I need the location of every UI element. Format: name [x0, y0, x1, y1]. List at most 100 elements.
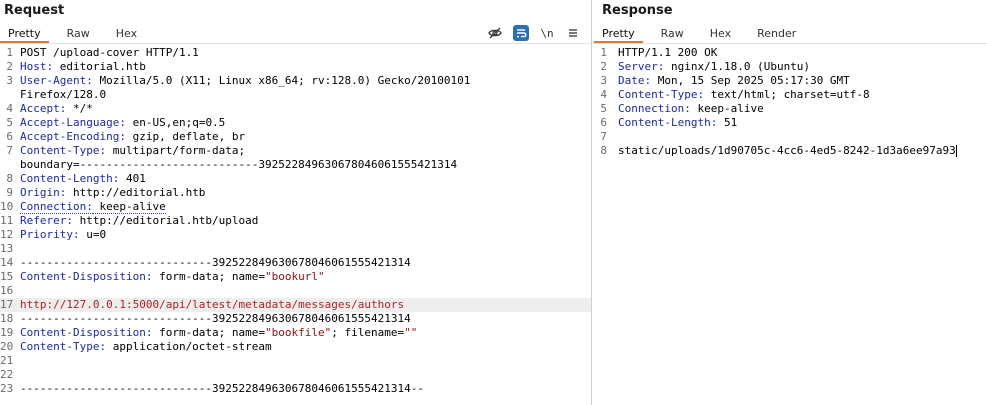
token: -----------------------------39252284963… — [20, 312, 411, 325]
token: Content-Length: — [20, 172, 120, 185]
code-line: 1 POST /upload-cover HTTP/1.1 — [0, 46, 591, 60]
token: Content-Disposition: — [20, 326, 153, 339]
token: editorial.htb — [53, 60, 146, 73]
line-number: 2 — [600, 60, 607, 73]
line-text: Connection: keep-alive — [20, 200, 591, 214]
token: POST /upload-cover HTTP/1.1 — [20, 46, 199, 59]
token: Content-Disposition: — [20, 270, 153, 283]
response-editor[interactable]: 1 HTTP/1.1 200 OK 2 Server: nginx/1.18.0 (U… — [592, 46, 987, 405]
line-text: Content-Type: multipart/form-data; — [20, 144, 591, 158]
tab-request-pretty[interactable]: Pretty — [0, 24, 49, 43]
line-number: 8 — [600, 144, 607, 157]
line-number: 23 — [0, 382, 14, 395]
token: text/html; charset=utf-8 — [704, 88, 870, 101]
line-text: Content-Length: 51 — [618, 116, 987, 130]
tab-response-pretty[interactable]: Pretty — [594, 24, 643, 43]
line-number: 22 — [0, 368, 14, 381]
line-text: -----------------------------39252284963… — [20, 382, 591, 396]
code-line: 13 — [0, 242, 591, 256]
newline-toggle-icon[interactable]: \n — [539, 25, 555, 41]
code-line: 7 — [592, 130, 987, 144]
code-line: 1 HTTP/1.1 200 OK — [592, 46, 987, 60]
token: Content-Type: — [20, 144, 107, 157]
code-line: 9 Origin: http://editorial.htb — [0, 186, 591, 200]
token: Server: — [618, 60, 665, 73]
line-number: 7 — [6, 144, 13, 157]
code-line: 21 — [0, 354, 591, 368]
line-number: 11 — [0, 214, 14, 227]
code-line: 6 Content-Length: 51 — [592, 116, 987, 130]
token: "bookfile" — [265, 326, 332, 339]
token: -----------------------------39252284963… — [20, 382, 424, 395]
tab-request-raw[interactable]: Raw — [59, 24, 98, 43]
menu-icon[interactable] — [565, 25, 581, 41]
line-number: 5 — [600, 102, 607, 115]
hide-nonprintable-icon[interactable] — [487, 25, 503, 41]
code-line: 18 -----------------------------392522849… — [0, 312, 591, 326]
line-text: Referer: http://editorial.htb/upload — [20, 214, 591, 228]
token: Connection: — [20, 200, 93, 214]
token: "" — [404, 326, 418, 339]
tab-response-raw[interactable]: Raw — [653, 24, 692, 43]
request-pane: Request Pretty Raw Hex \n 1 POST /upload-… — [0, 0, 591, 405]
response-pane: Response Pretty Raw Hex Render 1 HTTP/1.1… — [592, 0, 987, 405]
token: http://editorial.htb/upload — [72, 214, 259, 227]
line-number: 1 — [6, 46, 13, 59]
wrap-lines-icon[interactable] — [513, 25, 529, 41]
token: multipart/form-data; — [106, 144, 246, 157]
line-number: 12 — [0, 228, 14, 241]
request-editor[interactable]: 1 POST /upload-cover HTTP/1.1 2 Host: edito… — [0, 46, 591, 405]
line-number: 2 — [6, 60, 13, 73]
line-number: 15 — [0, 270, 14, 283]
code-line: 10 Connection: keep-alive — [0, 200, 591, 214]
line-text: boundary=---------------------------3925… — [20, 158, 591, 172]
line-text: Server: nginx/1.18.0 (Ubuntu) — [618, 60, 987, 74]
line-number: 4 — [6, 102, 13, 115]
line-text: Date: Mon, 15 Sep 2025 05:17:30 GMT — [618, 74, 987, 88]
tab-request-hex[interactable]: Hex — [108, 24, 145, 43]
token: form-data; name= — [152, 270, 266, 283]
token: gzip, deflate, br — [125, 130, 246, 143]
token: Connection: — [618, 102, 691, 115]
token: Accept-Encoding: — [20, 130, 126, 143]
code-line: 3 User-Agent: Mozilla/5.0 (X11; Linux x86… — [0, 74, 591, 88]
token: keep-alive — [690, 102, 764, 115]
tab-response-render[interactable]: Render — [749, 24, 804, 43]
token: Host: — [20, 60, 54, 73]
line-text: -----------------------------39252284963… — [20, 312, 591, 326]
token: http://127.0.0.1:5000/api/latest/metadat… — [20, 298, 405, 311]
token: 401 — [119, 172, 146, 185]
token: Firefox/128.0 — [20, 88, 107, 101]
line-number: 3 — [6, 74, 13, 87]
token: Origin: — [20, 186, 67, 199]
line-text: Accept: */* — [20, 102, 591, 116]
token: User-Agent: — [20, 74, 93, 87]
code-line: 4 Accept: */* — [0, 102, 591, 116]
line-text: Connection: keep-alive — [618, 102, 987, 116]
token: form-data; name= — [152, 326, 266, 339]
token: Content-Length: — [618, 116, 718, 129]
token: nginx/1.18.0 (Ubuntu) — [664, 60, 811, 73]
request-tab-underline — [0, 43, 591, 44]
line-number: 4 — [600, 88, 607, 101]
line-number: 6 — [6, 130, 13, 143]
code-line: 23 -----------------------------392522849… — [0, 382, 591, 396]
line-number: 1 — [600, 46, 607, 59]
token: Accept: — [20, 102, 67, 115]
code-line: 12 Priority: u=0 — [0, 228, 591, 242]
code-line: 16 — [0, 284, 591, 298]
token: Mozilla/5.0 (X11; Linux x86_64; rv:128.0… — [92, 74, 471, 87]
line-number: 20 — [0, 340, 14, 353]
line-number: 13 — [0, 242, 14, 255]
token: ; filename= — [331, 326, 405, 339]
line-text: Content-Type: application/octet-stream — [20, 340, 591, 354]
code-line: 11 Referer: http://editorial.htb/upload — [0, 214, 591, 228]
token: Accept-Language: — [20, 116, 126, 129]
token: en-US,en;q=0.5 — [125, 116, 226, 129]
request-toolbar: \n — [487, 24, 581, 42]
code-line: 6 Accept-Encoding: gzip, deflate, br — [0, 130, 591, 144]
token: keep-alive — [92, 200, 166, 214]
code-line: 20 Content-Type: application/octet-stream — [0, 340, 591, 354]
tab-response-hex[interactable]: Hex — [702, 24, 739, 43]
line-text: -----------------------------39252284963… — [20, 256, 591, 270]
